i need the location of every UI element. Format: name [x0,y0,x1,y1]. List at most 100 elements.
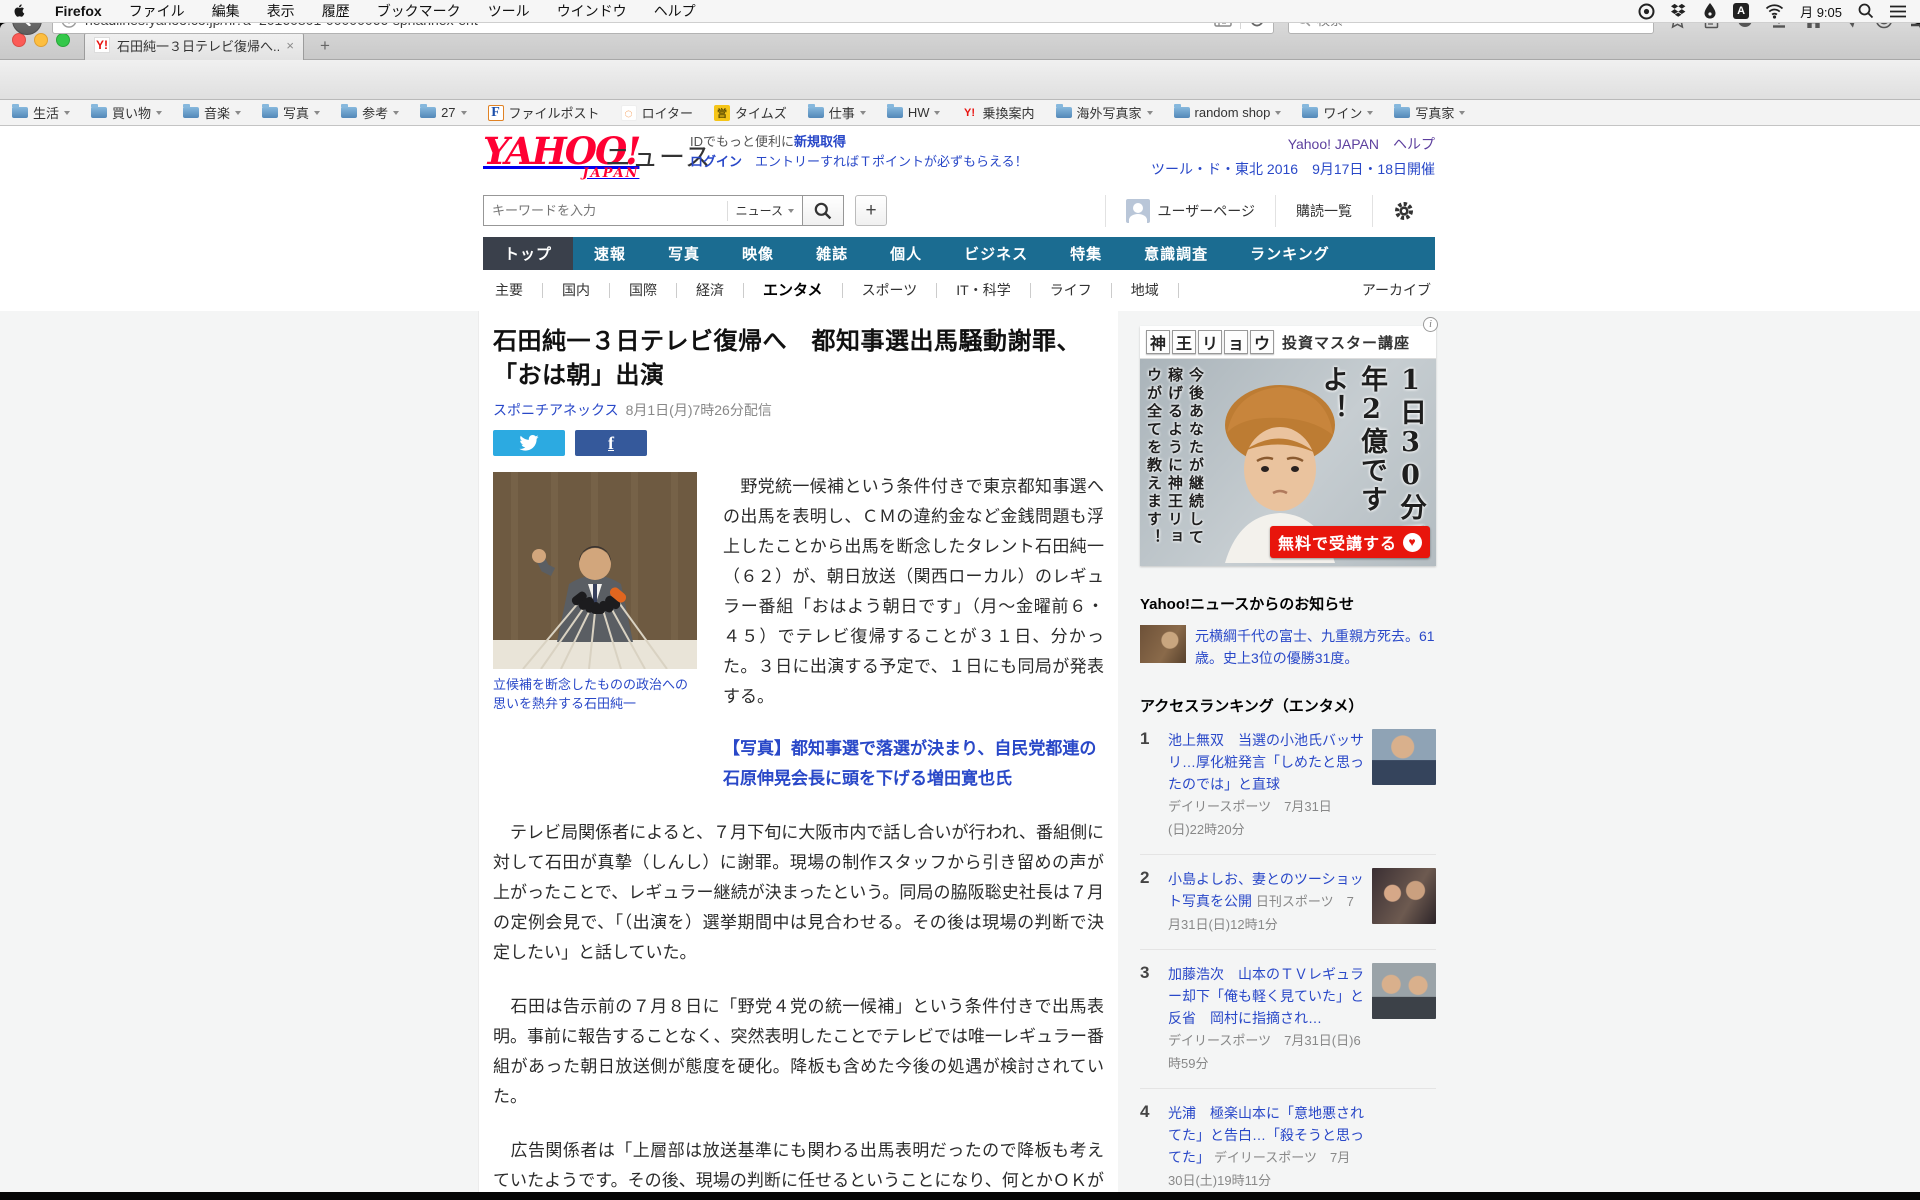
new-tab-button[interactable]: + [312,36,338,58]
news-search-input[interactable] [492,203,727,218]
spotlight-search-icon[interactable] [1858,3,1874,19]
tour-de-tohoku-link[interactable]: ツール・ド・東北 2016 9月17日・18日開催 [1151,161,1435,177]
notice-thumbnail [1140,625,1186,663]
ranking-item[interactable]: 1 池上無双 当選の小池氏バッサリ…厚化粧発言「しめたと思ったのでは」と直球 デ… [1140,716,1436,855]
bookmark-folder-27[interactable]: 27 [420,104,467,120]
notification-center-icon[interactable] [1890,5,1906,18]
bookmark-reuters[interactable]: ◌ ロイター [620,103,693,122]
rank-number: 4 [1140,1102,1150,1121]
ranking-item[interactable]: 3 加藤浩次 山本のＴＶレギュラー却下「俺も軽く見ていた」と反省 岡村に指摘され… [1140,950,1436,1089]
bookmark-folder-music[interactable]: 音楽 [183,103,242,122]
nav-tab-personal[interactable]: 個人 [869,237,943,270]
nav-tab-survey[interactable]: 意識調査 [1123,237,1229,270]
dropbox-icon[interactable] [1671,3,1687,19]
backup-drop-icon[interactable] [1703,3,1717,19]
bookmark-folder-photo[interactable]: 写真 [262,103,321,122]
tpoint-promo-link[interactable]: エントリーすればＴポイントが必ずもらえる！ [755,154,1028,169]
search-submit-button[interactable] [802,195,844,226]
notice-link[interactable]: 元横綱千代の富士、九重親方死去。61歳。史上3位の優勝31度。 [1195,625,1436,669]
subnav-it-science[interactable]: IT・科学 [937,282,1031,298]
ad-banner[interactable]: i 神 王 リ ョ ウ 投資マスター講座 今後あなたが継続して稼げるように神王リ… [1140,317,1438,566]
menubar-item-view[interactable]: 表示 [267,1,295,21]
subnav-domestic[interactable]: 国内 [543,282,610,298]
input-source-icon[interactable]: A [1733,3,1750,19]
nav-tab-top[interactable]: トップ [483,237,574,270]
subnav-entertainment[interactable]: エンタメ [744,282,843,298]
add-tab-button[interactable]: + [855,195,887,226]
nav-tab-flash[interactable]: 速報 [573,237,647,270]
folder-icon [1302,104,1319,118]
article-photo[interactable] [493,472,697,669]
bookmark-filepost[interactable]: F ファイルポスト [487,103,600,122]
menubar-item-bookmarks[interactable]: ブックマーク [377,1,461,21]
notice-item[interactable]: 元横綱千代の富士、九重親方死去。61歳。史上3位の優勝31度。 [1140,625,1436,669]
bookmark-folder-wine[interactable]: ワイン [1302,103,1374,122]
notice-heading: Yahoo!ニュースからのお知らせ [1140,596,1354,613]
facebook-share-button[interactable]: f [575,430,647,456]
apple-menu-icon[interactable] [14,3,28,19]
ranking-link[interactable]: 加藤浩次 山本のＴＶレギュラー却下「俺も軽く見ていた」と反省 岡村に指摘され… [1168,966,1364,1026]
nav-tab-ranking[interactable]: ランキング [1229,237,1351,270]
ranking-item[interactable]: 2 小島よしお、妻とのツーショット写真を公開 日刊スポーツ 7月31日(日)12… [1140,855,1436,950]
archive-link[interactable]: アーカイブ [1362,280,1435,300]
bookmark-transit[interactable]: Y! 乗換案内 [961,103,1035,122]
photo-gallery-link[interactable]: 【写真】都知事選で落選が決まり、自民党都連の石原伸晃会長に頭を下げる増田寛也氏 [723,734,1104,794]
menubar-item-edit[interactable]: 編集 [212,1,240,21]
window-zoom-button[interactable] [56,33,70,47]
tab-close-icon[interactable]: × [286,38,294,53]
yahoo-japan-link[interactable]: Yahoo! JAPAN [1288,136,1379,152]
menubar-item-file[interactable]: ファイル [129,1,185,21]
bookmark-folder-overseas-photographers[interactable]: 海外写真家 [1055,103,1153,122]
photo-caption-link[interactable]: 立候補を断念したものの政治への思いを熱弁する石田純一 [493,675,697,713]
ranking-item[interactable]: 4 光浦 極楽山本に「意地悪されてた」と告白…「殺そうと思ってた」 デイリースポ… [1140,1089,1436,1192]
menubar-clock[interactable]: 月 9:05 [1800,2,1842,21]
menubar-item-history[interactable]: 履歴 [322,1,350,21]
bookmark-folder-work[interactable]: 仕事 [807,103,866,122]
nav-tab-video[interactable]: 映像 [721,237,795,270]
window-close-button[interactable] [12,33,26,47]
menubar-item-firefox[interactable]: Firefox [55,3,102,19]
nav-tab-business[interactable]: ビジネス [943,237,1049,270]
login-promo: IDでもっと便利に新規取得 ログイン エントリーすればＴポイントが必ずもらえる！ [690,134,1028,169]
bookmark-folder-photographers[interactable]: 写真家 [1394,103,1466,122]
subscriptions-link[interactable]: 購読一覧 [1275,195,1372,227]
bookmark-folder-shopping[interactable]: 買い物 [91,103,163,122]
menubar-item-help[interactable]: ヘルプ [654,1,696,21]
nav-tab-magazine[interactable]: 雑誌 [795,237,869,270]
yahoo-favicon: Y! [963,106,975,119]
rank-number: 1 [1140,729,1150,748]
article-source-link[interactable]: スポニチアネックス [493,402,619,418]
subnav-world[interactable]: 国際 [610,282,677,298]
ad-info-icon[interactable]: i [1423,317,1438,332]
signup-link[interactable]: 新規取得 [794,134,846,149]
ad-cta-button[interactable]: 無料で受講する ♥ [1269,526,1430,558]
window-minimize-button[interactable] [34,33,48,47]
subnav-economy[interactable]: 経済 [677,282,744,298]
bookmark-folder-life[interactable]: 生活 [12,103,71,122]
help-link[interactable]: ヘルプ [1393,136,1435,152]
settings-button[interactable] [1372,195,1435,227]
subnav-main[interactable]: 主要 [483,282,543,298]
user-page-link[interactable]: ユーザーページ [1104,195,1275,227]
menubar-item-tools[interactable]: ツール [488,1,530,21]
bookmark-folder-reference[interactable]: 参考 [341,103,400,122]
menubar-item-window[interactable]: ウインドウ [557,1,627,21]
adobe-cc-icon[interactable] [1638,3,1655,20]
bookmark-folder-random-shop[interactable]: random shop [1173,104,1282,120]
bookmarks-bar: 生活 買い物 音楽 写真 参考 27 F ファイルポスト ◌ ロイター 営タイムズ … [0,100,1920,126]
twitter-share-button[interactable] [493,430,565,456]
wifi-icon[interactable] [1765,3,1784,19]
bookmark-times[interactable]: 営タイムズ [714,103,787,122]
ranking-link[interactable]: 池上無双 当選の小池氏バッサリ…厚化粧発言「しめたと思ったのでは」と直球 [1168,732,1364,792]
ad-image: 今後あなたが継続して稼げるように神王リョウが全てを教えます！ 1日30分で年2億… [1140,359,1436,566]
login-link[interactable]: ログイン [690,154,742,169]
news-search-field[interactable]: ニュース [483,195,803,226]
nav-tab-feature[interactable]: 特集 [1049,237,1123,270]
bookmark-folder-hw[interactable]: HW [886,104,941,120]
subnav-sports[interactable]: スポーツ [843,282,938,298]
nav-tab-photo[interactable]: 写真 [647,237,721,270]
chevron-down-icon [314,110,321,115]
subnav-region[interactable]: 地域 [1112,282,1179,298]
subnav-life[interactable]: ライフ [1031,282,1112,298]
search-category-select[interactable]: ニュース [726,200,794,221]
